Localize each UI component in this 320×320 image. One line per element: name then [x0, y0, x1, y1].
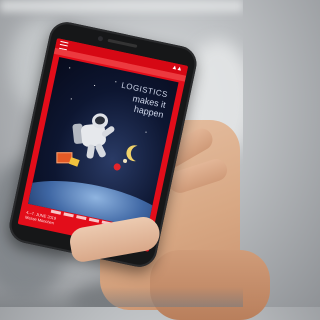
- event-poster: LOGISTICS makes it happen: [28, 56, 179, 230]
- bottom-shadow: [0, 287, 243, 307]
- astronaut-leg: [86, 144, 96, 160]
- astronaut-illustration: [69, 112, 119, 161]
- earpiece-speaker: [107, 38, 138, 48]
- star: [115, 81, 117, 83]
- wrist: [150, 250, 270, 320]
- floating-ball: [112, 162, 122, 172]
- star: [145, 131, 147, 133]
- background-blob: [0, 0, 243, 12]
- sponsor-logo: [75, 214, 87, 220]
- crescent-moon: [128, 143, 150, 165]
- front-camera: [97, 35, 104, 42]
- floating-ball: [122, 158, 128, 164]
- poster-tagline: LOGISTICS makes it happen: [116, 81, 169, 120]
- sponsor-logo: [88, 217, 99, 223]
- sponsor-logo: [63, 211, 74, 217]
- star: [93, 84, 96, 87]
- star: [69, 67, 71, 69]
- phone-screen[interactable]: ▲▲ LOGISTICS makes it happen 4.–7. JUNE …: [17, 38, 189, 252]
- brand-logo-icon: ▲▲: [170, 64, 182, 73]
- astronaut-leg: [94, 142, 107, 159]
- sponsor-logo: [50, 209, 61, 215]
- star: [70, 98, 72, 100]
